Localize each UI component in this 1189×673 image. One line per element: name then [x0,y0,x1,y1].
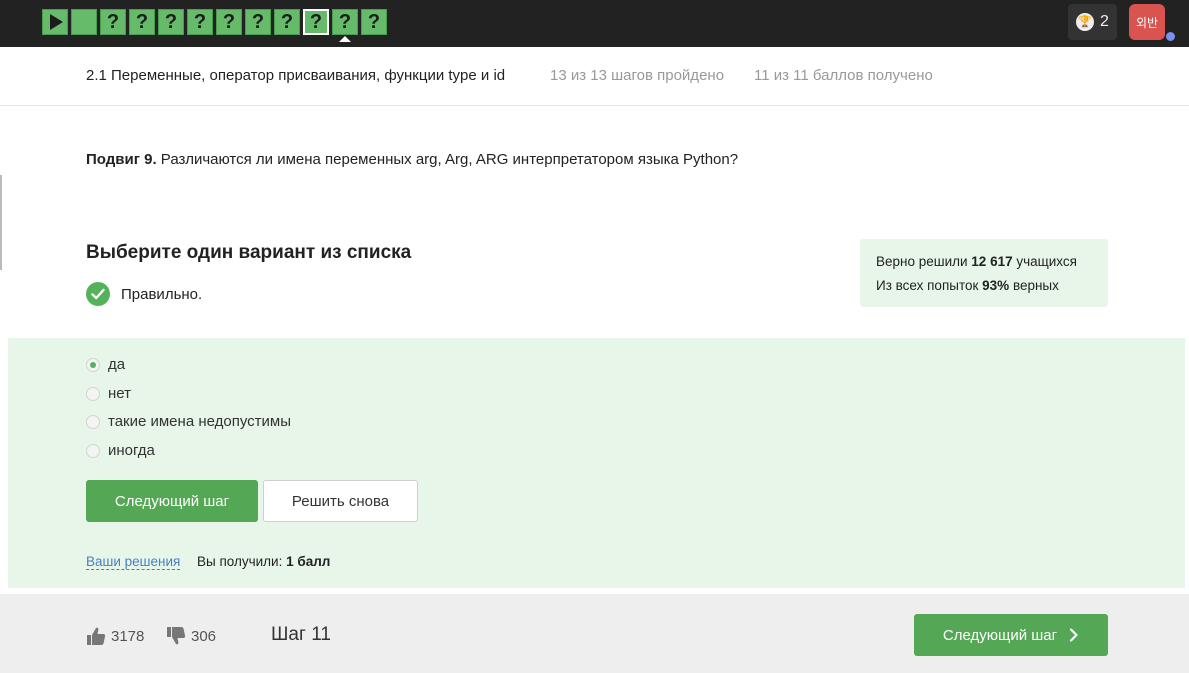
award-count: 2 [1100,13,1109,30]
step-9-quiz-active[interactable]: ? [303,9,329,35]
step-number: Шаг 11 [271,624,331,645]
option-label: нет [108,385,131,402]
footer-next-step-button[interactable]: Следующий шаг [914,614,1108,656]
stats-line-attempts: Из всех попыток 93% верных [876,278,1059,293]
score-text: Вы получили: 1 балл [197,554,331,569]
play-icon [50,14,63,30]
radio-selected[interactable] [86,357,100,372]
step-4-quiz[interactable]: ? [158,9,184,35]
status-text: Правильно. [121,285,203,303]
awards-button[interactable]: 🏆 2 [1068,4,1117,40]
stats-line-solved: Верно решили 12 617 учащихся [876,254,1077,269]
footer-next-label: Следующий шаг [942,626,1058,644]
your-solutions-link[interactable]: Ваши решения [86,554,181,570]
step-5-quiz[interactable]: ? [187,9,213,35]
option-3[interactable]: такие имена недопустимы [86,413,291,430]
chevron-right-icon [1070,628,1078,642]
answer-panel [8,338,1185,588]
step-navigation: ? ? ? ? ? ? ? ? ? ? [42,9,387,35]
points-progress: 11 из 11 баллов получено [754,67,933,84]
next-step-button[interactable]: Следующий шаг [86,480,258,522]
step-7-quiz[interactable]: ? [245,9,271,35]
notification-dot [1165,31,1176,42]
step-10-quiz[interactable]: ? [332,9,358,35]
correct-status: Правильно. [86,282,202,306]
retry-button[interactable]: Решить снова [263,480,418,522]
option-1[interactable]: да [86,356,125,373]
solve-stats-box: Верно решили 12 617 учащихся Из всех поп… [860,239,1108,307]
question-body: Различаются ли имена переменных arg, Arg… [156,151,739,168]
radio-unselected[interactable] [86,386,100,401]
thumbs-down-icon [167,627,186,645]
user-avatar[interactable]: 외반 [1129,4,1165,40]
option-label: такие имена недопустимы [108,413,292,430]
instruction-heading: Выберите один вариант из списка [86,242,412,263]
step-1-text[interactable] [71,9,97,35]
option-2[interactable]: нет [86,385,131,402]
option-label: да [108,356,126,373]
step-6-quiz[interactable]: ? [216,9,242,35]
left-scroll-edge [0,175,2,270]
active-step-caret [339,36,351,42]
checkmark-icon [86,282,110,306]
radio-unselected[interactable] [86,443,100,458]
step-3-quiz[interactable]: ? [129,9,155,35]
step-8-quiz[interactable]: ? [274,9,300,35]
option-label: иногда [108,442,155,459]
question-text: Подвиг 9. Различаются ли имена переменны… [86,151,738,168]
like-button[interactable]: 3178 [86,626,144,646]
dislike-count: 306 [191,627,217,645]
steps-progress: 13 из 13 шагов пройдено [550,67,725,84]
option-4[interactable]: иногда [86,442,155,459]
dislike-button[interactable]: 306 [166,626,216,646]
thumbs-up-icon [87,627,106,645]
step-0-video[interactable] [42,9,68,35]
step-2-quiz[interactable]: ? [100,9,126,35]
trophy-icon: 🏆 [1076,13,1095,31]
lesson-header: 2.1 Переменные, оператор присваивания, ф… [0,47,1189,106]
lesson-title[interactable]: 2.1 Переменные, оператор присваивания, ф… [86,67,505,84]
question-label: Подвиг 9. [86,151,157,168]
like-count: 3178 [111,627,145,645]
step-11-quiz[interactable]: ? [361,9,387,35]
radio-unselected[interactable] [86,414,100,429]
